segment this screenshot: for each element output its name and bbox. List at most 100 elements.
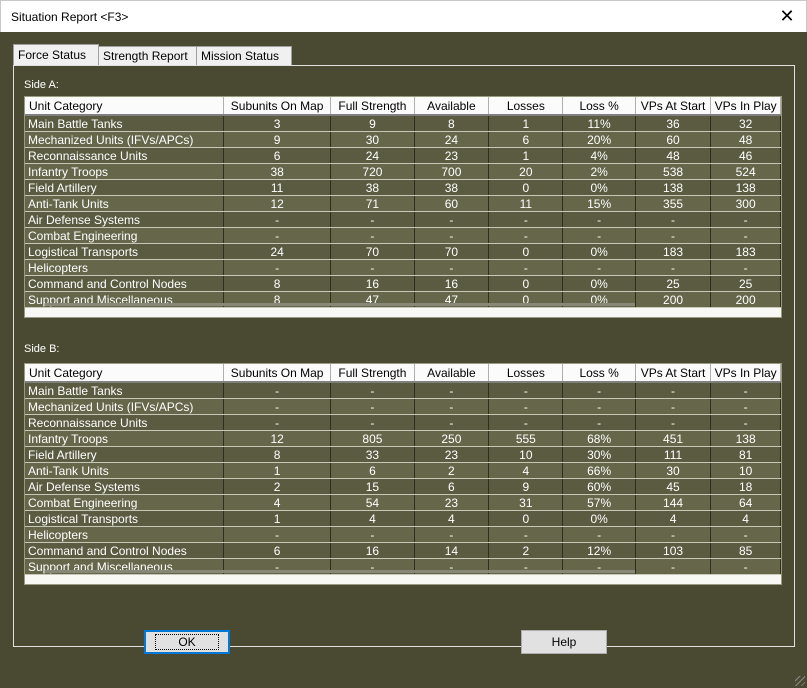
value-cell: 3 [223, 115, 332, 132]
side-b-label: Side B: [24, 343, 60, 355]
tab-mission-status[interactable]: Mission Status [196, 46, 292, 65]
column-header[interactable]: Loss % [562, 364, 636, 383]
value-cell: 138 [710, 430, 781, 447]
close-icon[interactable]: ✕ [776, 6, 798, 26]
table-row[interactable]: Combat Engineering - - - - - - - [25, 227, 781, 244]
table-row[interactable]: Combat Engineering 4 54 23 31 57% 144 64 [25, 494, 781, 511]
value-cell: 46 [710, 147, 781, 164]
value-cell: - [330, 414, 415, 431]
value-cell: 6 [330, 462, 415, 479]
table-row[interactable]: Reconnaissance Units 6 24 23 1 4% 48 46 [25, 147, 781, 164]
value-cell: 355 [635, 195, 712, 212]
column-header[interactable]: Unit Category [25, 364, 224, 383]
title-bar: Situation Report <F3> ✕ [0, 0, 807, 33]
table-row[interactable]: Infantry Troops 38 720 700 20 2% 538 524 [25, 163, 781, 180]
side-b-horizontal-scrollbar[interactable] [45, 570, 635, 573]
value-cell: 10 [710, 462, 781, 479]
table-row[interactable]: Command and Control Nodes 6 16 14 2 12% 103 85 [25, 542, 781, 559]
value-cell: 38 [223, 163, 332, 180]
value-cell: 9 [488, 478, 564, 495]
table-row[interactable]: Logistical Transports 1 4 4 0 0% 4 4 [25, 510, 781, 527]
side-a-table[interactable]: Unit Category Subunits On Map Full Strengt… [24, 96, 782, 318]
value-cell: 9 [330, 115, 415, 132]
column-header[interactable]: Full Strength [330, 364, 415, 383]
table-row[interactable]: Mechanized Units (IFVs/APCs) - - - - - - - [25, 398, 781, 415]
column-header[interactable]: Full Strength [330, 97, 415, 116]
table-row[interactable]: Air Defense Systems 2 15 6 9 60% 45 18 [25, 478, 781, 495]
tab-strength-report[interactable]: Strength Report [98, 46, 198, 65]
unit-category-cell: Main Battle Tanks [25, 382, 224, 399]
value-cell: - [488, 398, 564, 415]
value-cell: - [414, 259, 490, 276]
value-cell: 1 [488, 147, 564, 164]
value-cell: 11 [488, 195, 564, 212]
column-header[interactable]: Losses [488, 97, 564, 116]
column-header[interactable]: VPs At Start [635, 364, 712, 383]
unit-category-cell: Logistical Transports [25, 243, 224, 260]
ok-button[interactable]: OK [144, 630, 230, 654]
side-b-table[interactable]: Unit Category Subunits On Map Full Strengt… [24, 363, 782, 585]
table-row[interactable]: Helicopters - - - - - - - [25, 526, 781, 543]
value-cell: 24 [223, 243, 332, 260]
table-row[interactable]: Field Artillery 8 33 23 10 30% 111 81 [25, 446, 781, 463]
value-cell: - [414, 211, 490, 228]
column-header[interactable]: VPs In Play [710, 97, 781, 116]
table-row[interactable]: Logistical Transports 24 70 70 0 0% 183 183 [25, 243, 781, 260]
value-cell: - [562, 414, 636, 431]
value-cell: 4 [223, 494, 332, 511]
column-header[interactable]: Loss % [562, 97, 636, 116]
table-row[interactable]: Field Artillery 11 38 38 0 0% 138 138 [25, 179, 781, 196]
value-cell: - [710, 211, 781, 228]
table-row[interactable]: Reconnaissance Units - - - - - - - [25, 414, 781, 431]
unit-category-cell: Combat Engineering [25, 494, 224, 511]
value-cell: 1 [488, 115, 564, 132]
table-row[interactable]: Air Defense Systems - - - - - - - [25, 211, 781, 228]
value-cell: 144 [635, 494, 712, 511]
table-row[interactable]: Command and Control Nodes 8 16 16 0 0% 25 25 [25, 275, 781, 292]
table-row[interactable]: Main Battle Tanks - - - - - - - [25, 382, 781, 399]
column-header[interactable]: Subunits On Map [223, 364, 332, 383]
tab-force-status[interactable]: Force Status [13, 44, 99, 65]
value-cell: 30 [635, 462, 712, 479]
column-header[interactable]: Available [414, 364, 490, 383]
value-cell: 0 [488, 275, 564, 292]
value-cell: 20 [488, 163, 564, 180]
table-row[interactable]: Main Battle Tanks 3 9 8 1 11% 36 32 [25, 115, 781, 132]
value-cell: 81 [710, 446, 781, 463]
table-row[interactable]: Helicopters - - - - - - - [25, 259, 781, 276]
column-header[interactable]: Subunits On Map [223, 97, 332, 116]
help-button[interactable]: Help [521, 630, 607, 654]
column-header[interactable]: Losses [488, 364, 564, 383]
column-header[interactable]: Unit Category [25, 97, 224, 116]
table-row[interactable]: Mechanized Units (IFVs/APCs) 9 30 24 6 20% 60 4… [25, 131, 781, 148]
column-header[interactable]: VPs At Start [635, 97, 712, 116]
value-cell: - [414, 398, 490, 415]
unit-category-cell: Air Defense Systems [25, 478, 224, 495]
unit-category-cell: Anti-Tank Units [25, 462, 224, 479]
value-cell: 451 [635, 430, 712, 447]
unit-category-cell: Logistical Transports [25, 510, 224, 527]
value-cell: 720 [330, 163, 415, 180]
value-cell: 60% [562, 478, 636, 495]
value-cell: - [710, 227, 781, 244]
value-cell: - [635, 398, 712, 415]
value-cell: 1 [223, 462, 332, 479]
value-cell: 36 [635, 115, 712, 132]
table-row[interactable]: Anti-Tank Units 12 71 60 11 15% 355 300 [25, 195, 781, 212]
value-cell: 16 [414, 275, 490, 292]
unit-category-cell: Field Artillery [25, 179, 224, 196]
value-cell: - [635, 227, 712, 244]
table-row[interactable]: Anti-Tank Units 1 6 2 4 66% 30 10 [25, 462, 781, 479]
value-cell: - [710, 414, 781, 431]
value-cell: 138 [635, 179, 712, 196]
table-row[interactable]: Infantry Troops 12 805 250 555 68% 451 138 [25, 430, 781, 447]
value-cell: 4% [562, 147, 636, 164]
value-cell: - [488, 227, 564, 244]
column-header[interactable]: Available [414, 97, 490, 116]
column-header[interactable]: VPs In Play [710, 364, 781, 383]
value-cell: 9 [223, 131, 332, 148]
resize-grip[interactable] [795, 676, 805, 686]
side-a-horizontal-scrollbar[interactable] [45, 303, 635, 306]
unit-category-cell: Combat Engineering [25, 227, 224, 244]
value-cell: 16 [330, 275, 415, 292]
